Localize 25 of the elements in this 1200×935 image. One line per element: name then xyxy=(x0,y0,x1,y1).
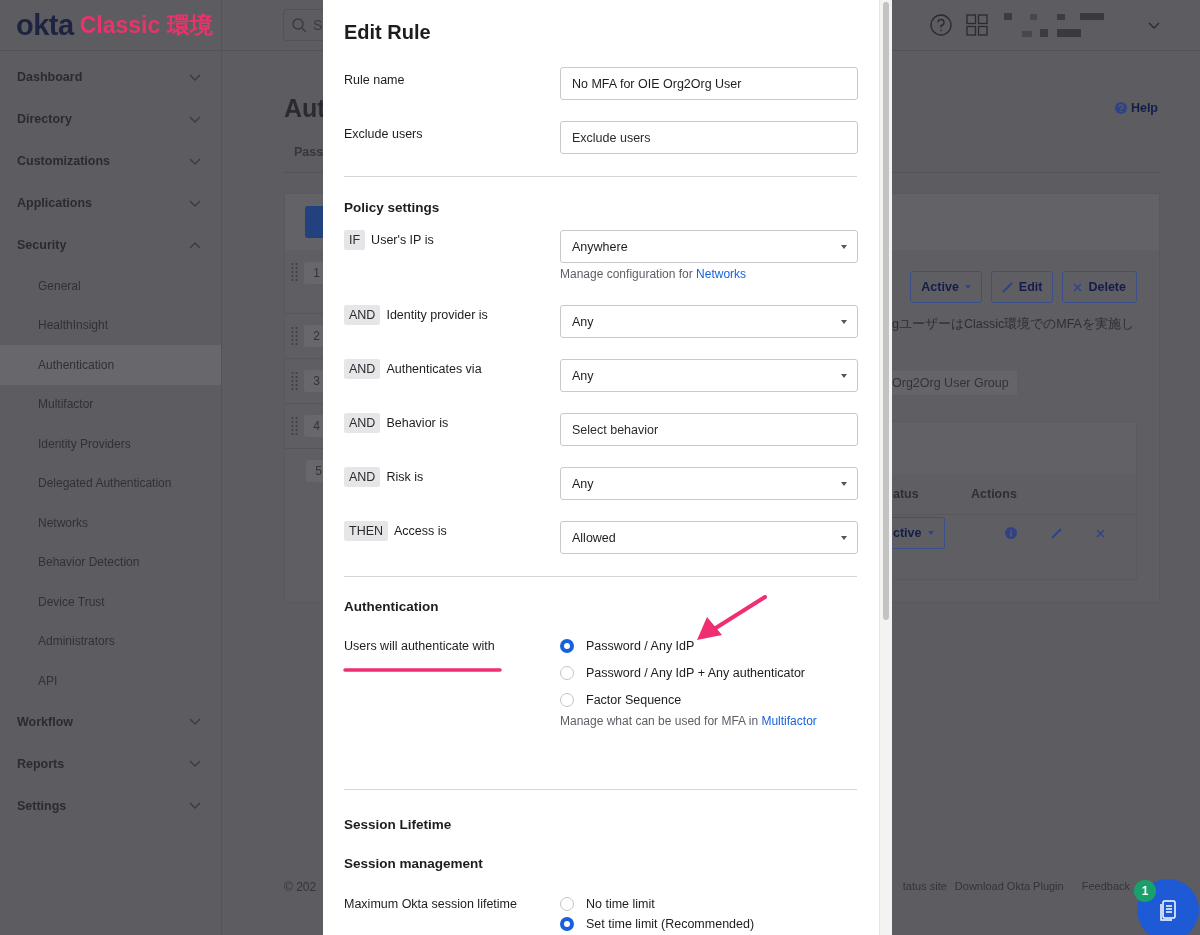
section-heading: Policy settings xyxy=(344,199,441,217)
condition-label: Authenticates via xyxy=(386,362,482,376)
field-label: Exclude users xyxy=(344,126,424,143)
help-text: Manage what can be used for MFA in Multifactor xyxy=(560,713,818,729)
condition-label: User's IP is xyxy=(371,233,434,247)
section-heading: Session Lifetime xyxy=(344,816,453,834)
operator-tag: IF xyxy=(344,230,366,250)
operator-tag: THEN xyxy=(344,521,389,541)
condition-label: Behavior is xyxy=(386,416,449,430)
field-label: Users will authenticate with xyxy=(344,639,496,653)
condition-label: Risk is xyxy=(386,470,424,484)
section-subheading: Session management xyxy=(344,855,484,873)
dialog-title: Edit Rule xyxy=(344,20,432,45)
operator-tag: AND xyxy=(344,359,381,379)
operator-tag: AND xyxy=(344,413,381,433)
condition-label: Access is xyxy=(394,524,447,538)
field-label: Maximum Okta session lifetime xyxy=(344,897,518,911)
help-text: Manage configuration for Networks xyxy=(560,266,748,282)
condition-label: Identity provider is xyxy=(386,308,488,322)
notification-badge: 1 xyxy=(1134,880,1156,902)
section-heading: Authentication xyxy=(344,598,440,616)
operator-tag: AND xyxy=(344,305,381,325)
field-label: Rule name xyxy=(344,72,406,89)
operator-tag: AND xyxy=(344,467,381,487)
environment-label: Classic 環境 xyxy=(79,10,213,40)
